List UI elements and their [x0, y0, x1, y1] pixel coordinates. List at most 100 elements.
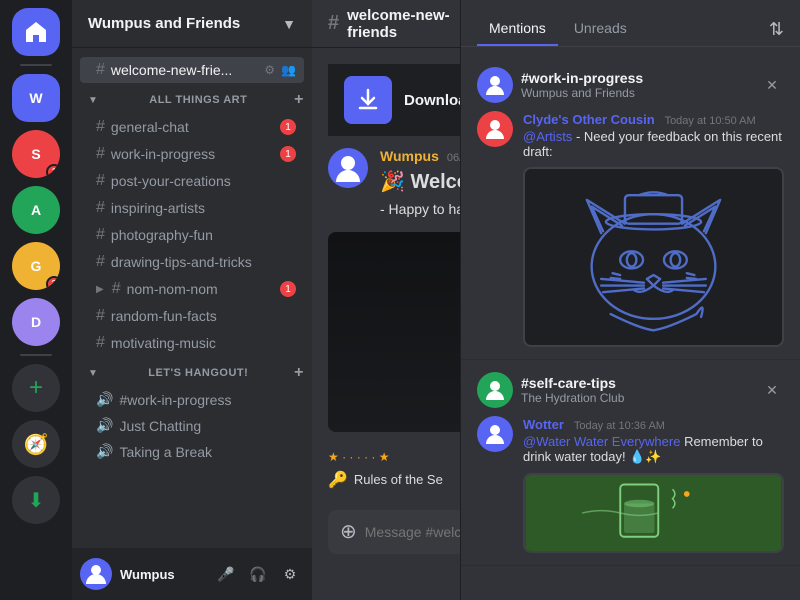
- user-info: Wumpus: [120, 567, 204, 582]
- add-channel-hangout[interactable]: +: [294, 364, 304, 382]
- add-channel-art[interactable]: +: [294, 91, 304, 109]
- voice-channel-chat[interactable]: 🔊 Just Chatting: [80, 413, 304, 438]
- channel-item-welcome[interactable]: # welcome-new-frie... ⚙ 👥: [80, 57, 304, 83]
- notif-channel-name-selfcare: #self-care-tips: [521, 375, 752, 391]
- channel-item-work-in-progress[interactable]: # work-in-progress 1: [80, 141, 304, 167]
- channel-item-photography[interactable]: # photography-fun: [80, 222, 304, 248]
- unread-badge: 1: [280, 146, 296, 162]
- notif-channel-icon-selfcare: [477, 372, 513, 408]
- collapse-icon: ▼: [88, 368, 98, 379]
- notification-panel: Mentions Unreads ⇅ #work-in-progress Wum…: [460, 0, 800, 600]
- channel-name: general-chat: [111, 119, 274, 135]
- server-header[interactable]: Wumpus and Friends ▼: [72, 0, 312, 48]
- channel-item-nom[interactable]: ▶ # nom-nom-nom 1: [80, 276, 304, 302]
- channel-name: drawing-tips-and-tricks: [111, 254, 296, 270]
- notif-mention-selfcare: @Water Water Everywhere: [523, 434, 680, 449]
- cat-sketch-svg: [525, 169, 782, 345]
- notification-list: #work-in-progress Wumpus and Friends ✕ C…: [461, 47, 800, 600]
- channel-name: motivating-music: [111, 335, 296, 351]
- notification-tabs: Mentions Unreads ⇅: [461, 0, 800, 47]
- notif-server-name-work: Wumpus and Friends: [521, 86, 752, 100]
- server2-icon[interactable]: S 1: [12, 130, 60, 178]
- channel-name: photography-fun: [111, 227, 296, 243]
- notif-item-work: #work-in-progress Wumpus and Friends ✕ C…: [461, 55, 800, 360]
- channel-name: inspiring-artists: [111, 200, 296, 216]
- close-notif-work[interactable]: ✕: [760, 73, 784, 97]
- close-notif-selfcare[interactable]: ✕: [760, 378, 784, 402]
- voice-channel-break[interactable]: 🔊 Taking a Break: [80, 439, 304, 464]
- server-divider: [20, 64, 52, 66]
- mic-button[interactable]: 🎤: [212, 560, 240, 588]
- collapse-icon: ▼: [88, 95, 98, 106]
- hash-icon: #: [96, 307, 105, 325]
- water-svg: [525, 475, 782, 551]
- channel-name-welcome: welcome-new-frie...: [111, 62, 258, 78]
- notif-msg-body-selfcare: Wotter Today at 10:36 AM @Water Water Ev…: [523, 416, 784, 553]
- speaker-icon: 🔊: [96, 391, 113, 408]
- wumpus-avatar: [328, 148, 368, 188]
- server-divider-2: [20, 354, 52, 356]
- notif-text-selfcare: @Water Water Everywhere Remember to drin…: [523, 434, 784, 465]
- category-label-hangout: LET'S HANGOUT!: [148, 367, 248, 379]
- channel-item-music[interactable]: # motivating-music: [80, 330, 304, 356]
- headset-button[interactable]: 🎧: [244, 560, 272, 588]
- channel-name: post-your-creations: [111, 173, 296, 189]
- category-label-art: ALL THINGS ART: [149, 94, 247, 106]
- add-server-button[interactable]: +: [12, 364, 60, 412]
- chevron-down-icon: ▼: [282, 16, 296, 32]
- user-controls: 🎤 🎧 ⚙: [212, 560, 304, 588]
- channel-item-general-chat[interactable]: # general-chat 1: [80, 114, 304, 140]
- notif-channel-icon-work: [477, 67, 513, 103]
- key-icon: 🔑: [328, 470, 348, 490]
- voice-channel-name-draw: #work-in-progress: [119, 392, 231, 408]
- category-header-art[interactable]: ▼ ALL THINGS ART +: [72, 87, 312, 113]
- collapse-right-icon: ▶: [96, 284, 104, 295]
- notif-text-work: @Artists - Need your feedback on this re…: [523, 129, 784, 159]
- tab-unreads[interactable]: Unreads: [562, 12, 639, 46]
- home-server-icon[interactable]: [12, 8, 60, 56]
- download-server-icon[interactable]: ⬇: [12, 476, 60, 524]
- notif-server-name-selfcare: The Hydration Club: [521, 391, 752, 405]
- server5-icon[interactable]: D: [12, 298, 60, 346]
- hash-icon: #: [96, 334, 105, 352]
- hash-icon: #: [96, 61, 105, 79]
- stars-text: ★ · · · · · ★: [328, 450, 390, 464]
- discover-icon[interactable]: 🧭: [12, 420, 60, 468]
- notif-header-selfcare: #self-care-tips The Hydration Club ✕: [477, 372, 784, 408]
- notif-timestamp-work: Today at 10:50 AM: [665, 115, 756, 127]
- hash-icon: #: [96, 226, 105, 244]
- members-icon: 👥: [281, 63, 296, 77]
- sort-button[interactable]: ⇅: [769, 19, 784, 40]
- server-name: Wumpus and Friends: [88, 15, 240, 32]
- notif-item-selfcare: #self-care-tips The Hydration Club ✕ Wot…: [461, 360, 800, 566]
- notif-avatar-work: [477, 111, 513, 147]
- voice-channel-draw[interactable]: 🔊 #work-in-progress: [80, 387, 304, 412]
- channel-header-name: welcome-new-friends: [347, 7, 457, 41]
- add-attachment-button[interactable]: ⊕: [340, 519, 357, 544]
- wumpus-server-icon[interactable]: W: [12, 74, 60, 122]
- settings-button[interactable]: ⚙: [276, 560, 304, 588]
- channel-sidebar: Wumpus and Friends ▼ # welcome-new-frie.…: [72, 0, 312, 600]
- channel-item-inspiring-artists[interactable]: # inspiring-artists: [80, 195, 304, 221]
- channel-item-post-creations[interactable]: # post-your-creations: [80, 168, 304, 194]
- notif-channel-info-work: #work-in-progress Wumpus and Friends: [521, 70, 752, 100]
- server4-icon[interactable]: G 3: [12, 242, 60, 290]
- user-area: Wumpus 🎤 🎧 ⚙: [72, 548, 312, 600]
- message-author: Wumpus: [380, 148, 439, 164]
- category-header-hangout[interactable]: ▼ LET'S HANGOUT! +: [72, 360, 312, 386]
- hash-icon: #: [96, 172, 105, 190]
- notif-image-cat: [523, 167, 784, 347]
- notif-timestamp-selfcare: Today at 10:36 AM: [574, 420, 665, 432]
- notif-message-work: Clyde's Other Cousin Today at 10:50 AM @…: [477, 111, 784, 347]
- channel-item-drawing-tips[interactable]: # drawing-tips-and-tricks: [80, 249, 304, 275]
- tab-mentions[interactable]: Mentions: [477, 12, 558, 46]
- hash-icon: #: [96, 145, 105, 163]
- channel-item-random[interactable]: # random-fun-facts: [80, 303, 304, 329]
- voice-channel-name-chat: Just Chatting: [119, 418, 201, 434]
- channel-name: random-fun-facts: [111, 308, 296, 324]
- server4-badge: 3: [46, 276, 60, 290]
- server3-icon[interactable]: A: [12, 186, 60, 234]
- category-hangout: ▼ LET'S HANGOUT! + 🔊 #work-in-progress 🔊…: [72, 360, 312, 464]
- category-all-things-art: ▼ ALL THINGS ART + # general-chat 1 # wo…: [72, 87, 312, 356]
- notif-message-selfcare: Wotter Today at 10:36 AM @Water Water Ev…: [477, 416, 784, 553]
